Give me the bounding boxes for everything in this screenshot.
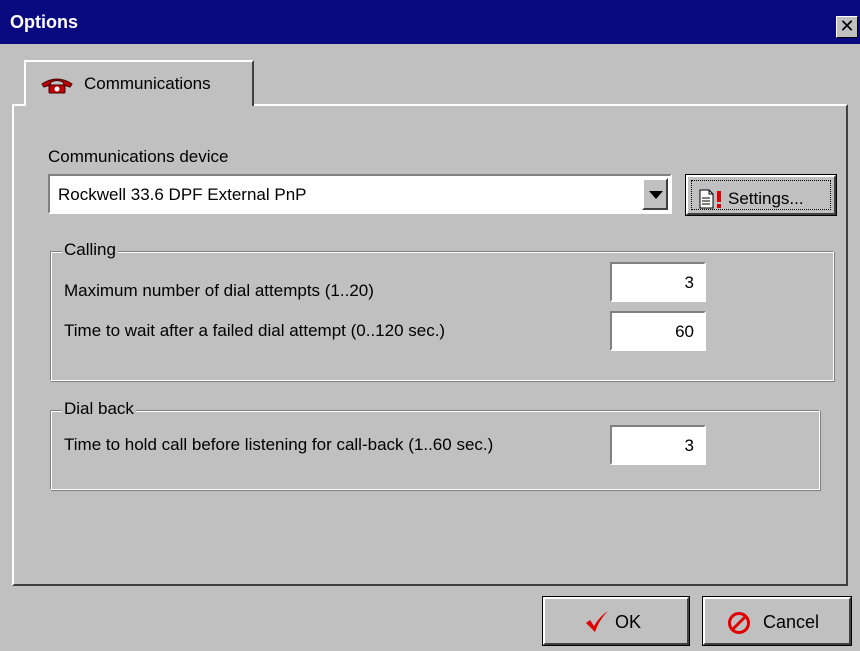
cancel-button-label: Cancel — [763, 612, 820, 632]
hold-time-value: 3 — [684, 436, 694, 455]
max-attempts-value: 3 — [684, 273, 694, 292]
calling-groupbox — [50, 251, 834, 381]
hold-time-input[interactable]: 3 — [610, 425, 706, 465]
close-button[interactable]: ✕ — [836, 16, 858, 38]
ok-button-label: OK — [615, 612, 642, 632]
device-dropdown[interactable]: Rockwell 33.6 DPF External PnP — [48, 174, 672, 214]
wait-time-label: Time to wait after a failed dial attempt… — [64, 321, 446, 340]
calling-group-title: Calling — [62, 240, 118, 260]
dropdown-arrow-button[interactable] — [642, 178, 668, 210]
max-attempts-label: Maximum number of dial attempts (1..20) — [64, 281, 374, 300]
tab-communications-label: Communications — [84, 74, 211, 93]
title-bar: Options ✕ — [0, 0, 860, 44]
focus-rect: Settings... — [691, 180, 831, 210]
device-selected-value: Rockwell 33.6 DPF External PnP — [58, 185, 307, 204]
cancel-button[interactable]: Cancel — [702, 596, 852, 646]
telephone-icon — [40, 76, 74, 99]
dial-back-group-title: Dial back — [62, 399, 136, 419]
wait-time-input[interactable]: 60 — [610, 311, 706, 351]
chevron-down-icon — [649, 191, 663, 199]
settings-button[interactable]: Settings... — [685, 174, 837, 216]
checkmark-icon — [585, 611, 609, 638]
close-icon: ✕ — [839, 16, 855, 36]
ok-button[interactable]: OK — [542, 596, 690, 646]
no-entry-icon — [727, 611, 751, 640]
window-title: Options — [10, 12, 78, 32]
device-label: Communications device — [48, 147, 229, 166]
wait-time-value: 60 — [675, 322, 694, 341]
document-warning-icon — [698, 189, 724, 214]
hold-time-label: Time to hold call before listening for c… — [64, 435, 494, 454]
settings-button-label: Settings... — [728, 189, 804, 208]
tab-communications[interactable]: Communications — [24, 60, 254, 106]
max-attempts-input[interactable]: 3 — [610, 262, 706, 302]
